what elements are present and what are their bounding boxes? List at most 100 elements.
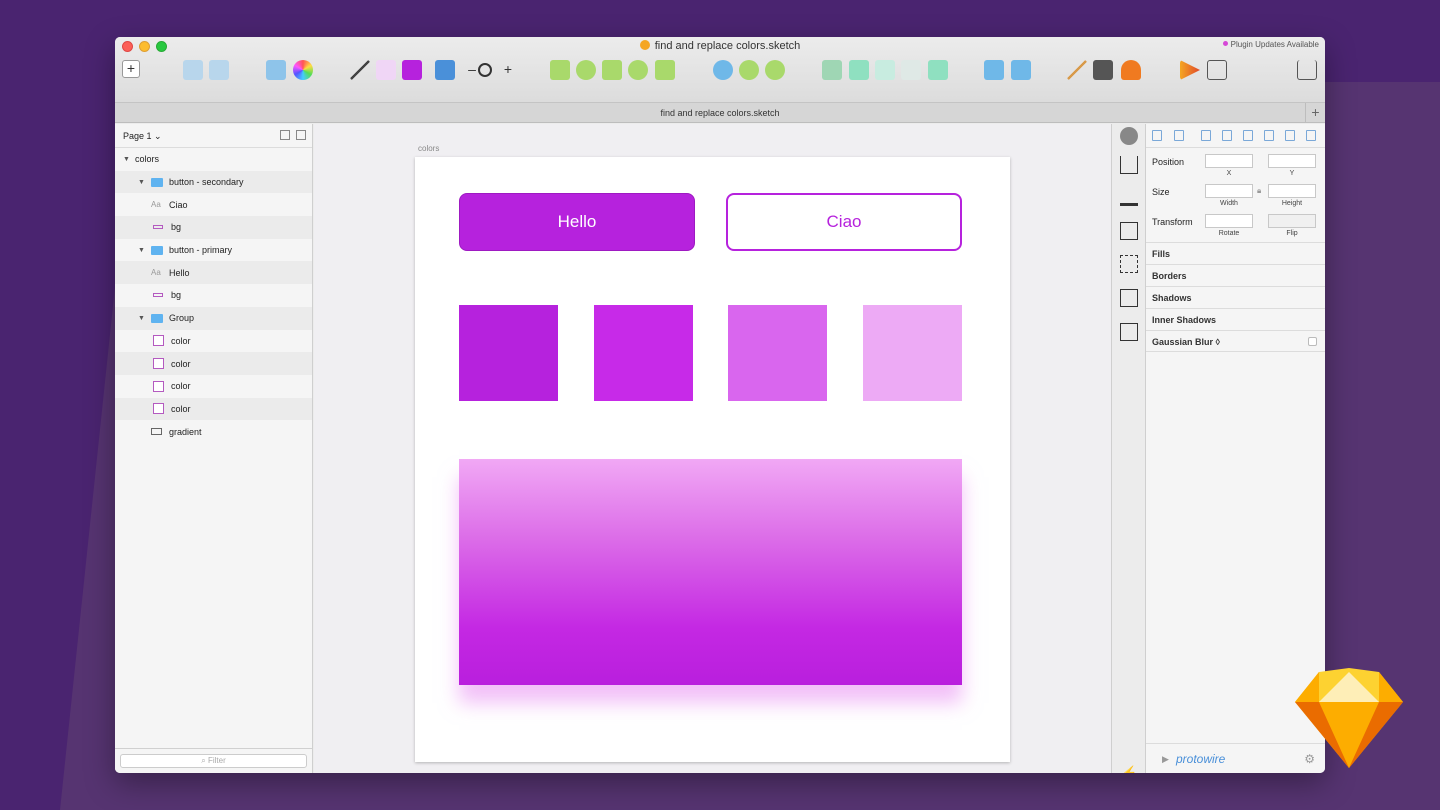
filter-input[interactable]: ⌕ Filter xyxy=(120,754,307,768)
inspector-logo-icon[interactable] xyxy=(1120,127,1138,145)
subtract-icon[interactable] xyxy=(739,60,759,80)
height-input[interactable] xyxy=(1268,184,1316,198)
replace-colors-plugin-icon[interactable] xyxy=(402,60,422,80)
fills-section[interactable]: Fills xyxy=(1146,242,1325,264)
transform-icon[interactable] xyxy=(576,60,596,80)
share-icon[interactable] xyxy=(1297,60,1317,80)
rotate-input[interactable] xyxy=(1205,214,1253,228)
gaussian-blur-section[interactable]: Gaussian Blur ◊ xyxy=(1146,330,1325,352)
grid-icon[interactable] xyxy=(1120,255,1138,273)
pattern-icon[interactable] xyxy=(1093,60,1113,80)
canvas[interactable]: colors Hello Ciao xyxy=(314,124,1111,773)
layer-item-square[interactable]: color xyxy=(115,397,312,421)
layer-item-text[interactable]: Aa Ciao xyxy=(115,193,312,216)
disclosure-triangle-icon[interactable]: ▼ xyxy=(123,156,130,163)
gradient-rectangle[interactable] xyxy=(459,459,962,685)
pen-icon[interactable] xyxy=(350,60,370,80)
artboard-colors[interactable]: Hello Ciao xyxy=(415,157,1010,762)
distribute-vertical-icon[interactable] xyxy=(1174,130,1184,141)
plugin-updates-badge[interactable]: Plugin Updates Available xyxy=(1222,40,1319,49)
color-swatch-2[interactable] xyxy=(594,305,693,401)
cloud-icon[interactable] xyxy=(1121,60,1141,80)
color-swatch-1[interactable] xyxy=(459,305,558,401)
layer-item-shape[interactable]: bg xyxy=(115,216,312,239)
brush-icon[interactable] xyxy=(1067,60,1087,80)
union-icon[interactable] xyxy=(713,60,733,80)
layer-item-text[interactable]: Aa Hello xyxy=(115,261,312,285)
document-tab[interactable]: find and replace colors.sketch + xyxy=(115,103,1325,123)
ungroup-icon[interactable] xyxy=(209,60,229,80)
mask-icon[interactable] xyxy=(655,60,675,80)
blur-checkbox[interactable] xyxy=(1308,337,1317,346)
layer-item-shape[interactable]: bg xyxy=(115,284,312,307)
list-icon[interactable] xyxy=(1120,222,1138,240)
x-input[interactable] xyxy=(1205,154,1253,168)
secondary-button[interactable]: Ciao xyxy=(726,193,962,251)
image-icon[interactable] xyxy=(435,60,455,80)
resize-icon[interactable] xyxy=(1120,289,1138,307)
group-icon[interactable] xyxy=(183,60,203,80)
layer-item-square[interactable]: color xyxy=(115,330,312,353)
align-bottom-icon[interactable] xyxy=(1306,130,1316,141)
page-selector[interactable]: Page 1 ⌄ xyxy=(115,124,312,148)
distribute-horizontal-icon[interactable] xyxy=(1152,130,1162,141)
difference-icon[interactable] xyxy=(928,60,948,80)
width-input[interactable] xyxy=(1205,184,1253,198)
alignment-bar xyxy=(1146,124,1325,148)
view-icon[interactable] xyxy=(1207,60,1227,80)
layer-item-square[interactable]: color xyxy=(115,375,312,398)
backward-icon[interactable] xyxy=(875,60,895,80)
settings-icon[interactable] xyxy=(765,60,785,80)
create-symbol-icon[interactable] xyxy=(266,60,286,80)
layer-label: Group xyxy=(169,313,195,324)
disclosure-triangle-icon[interactable]: ▼ xyxy=(138,179,145,186)
list-view-icon[interactable] xyxy=(280,130,290,140)
layer-item-folder[interactable]: ▼ button - primary xyxy=(115,239,312,262)
insert-icon[interactable]: + xyxy=(122,60,140,78)
magnifier-icon[interactable] xyxy=(478,63,492,77)
layer-item-rect[interactable]: gradient xyxy=(115,420,312,443)
text-layer-icon: Aa xyxy=(151,268,161,278)
add-tab-button[interactable]: + xyxy=(1305,103,1325,123)
disclosure-triangle-icon[interactable]: ▼ xyxy=(138,247,145,254)
intersect-icon[interactable] xyxy=(901,60,921,80)
color-wheel-icon[interactable] xyxy=(293,60,313,80)
add-image-icon[interactable] xyxy=(1120,323,1138,341)
preview-icon[interactable] xyxy=(1180,60,1200,80)
edit-icon[interactable] xyxy=(550,60,570,80)
y-input[interactable] xyxy=(1268,154,1316,168)
color-swatch-3[interactable] xyxy=(728,305,827,401)
shadows-section[interactable]: Shadows xyxy=(1146,286,1325,308)
plugin-icon[interactable] xyxy=(376,60,396,80)
export-down-icon[interactable] xyxy=(1011,60,1031,80)
align-left-icon[interactable] xyxy=(1201,130,1211,141)
disclosure-triangle-icon[interactable]: ▼ xyxy=(138,315,145,322)
primary-button[interactable]: Hello xyxy=(459,193,695,251)
scissors-icon[interactable] xyxy=(822,60,842,80)
align-center-icon[interactable] xyxy=(1222,130,1232,141)
lock-icon[interactable]: 🔒︎ xyxy=(1257,186,1261,196)
zoom-in-icon[interactable]: + xyxy=(498,60,518,80)
export-up-icon[interactable] xyxy=(984,60,1004,80)
align-top-icon[interactable] xyxy=(1264,130,1274,141)
disclosure-arrow-icon[interactable]: ▶ xyxy=(1162,744,1169,773)
rotate-icon[interactable] xyxy=(602,60,622,80)
export-icon[interactable] xyxy=(1120,156,1138,174)
flatten-icon[interactable] xyxy=(628,60,648,80)
layer-item-folder[interactable]: ▼ button - secondary xyxy=(115,170,312,194)
layout-icon[interactable] xyxy=(1120,188,1138,206)
layer-item-square[interactable]: color xyxy=(115,352,312,375)
layer-item-folder[interactable]: ▼ Group xyxy=(115,306,312,330)
artboard-label[interactable]: colors xyxy=(418,144,439,153)
borders-section[interactable]: Borders xyxy=(1146,264,1325,286)
inner-shadows-section[interactable]: Inner Shadows xyxy=(1146,308,1325,330)
layer-label: Hello xyxy=(169,267,190,278)
forward-icon[interactable] xyxy=(849,60,869,80)
align-right-icon[interactable] xyxy=(1243,130,1253,141)
color-swatch-4[interactable] xyxy=(863,305,962,401)
lightning-icon[interactable]: ⚡ xyxy=(1120,764,1138,773)
layer-item-artboard[interactable]: ▼ colors xyxy=(115,148,312,171)
flip-control[interactable] xyxy=(1268,214,1316,228)
align-middle-icon[interactable] xyxy=(1285,130,1295,141)
collapse-icon[interactable] xyxy=(296,130,306,140)
